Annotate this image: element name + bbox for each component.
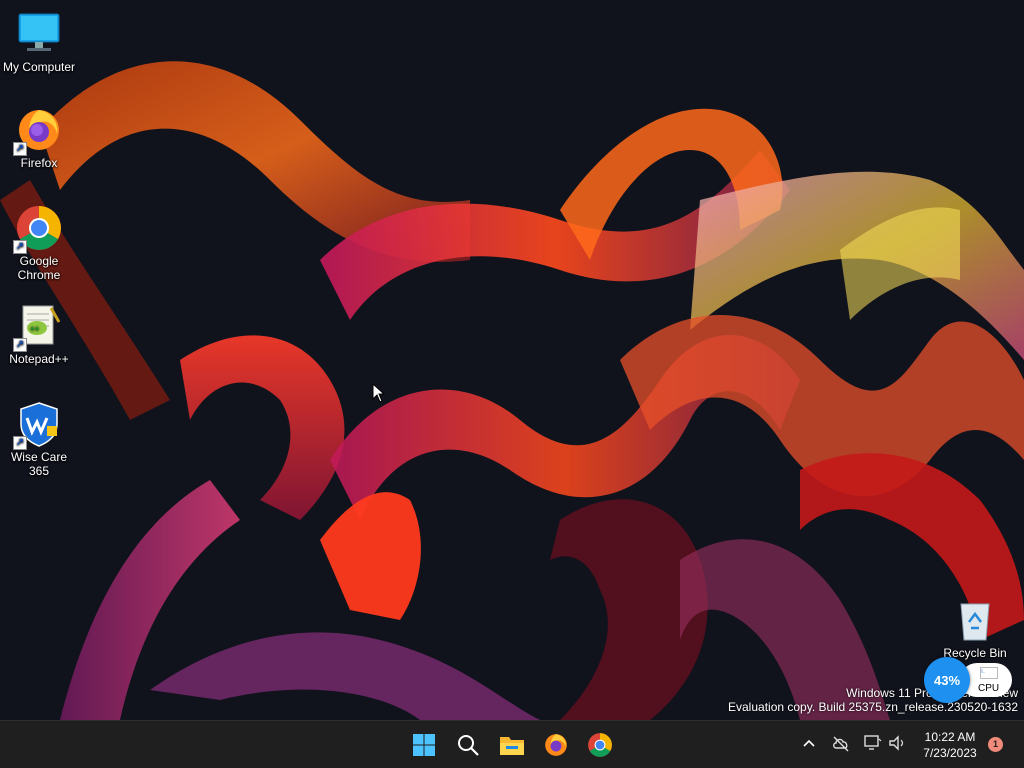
clock-time: 10:22 AM — [924, 730, 976, 744]
cpu-label: CPU — [978, 683, 1000, 694]
cpu-graph-icon: ı. — [980, 667, 998, 679]
desktop-icon-label: Notepad++ — [9, 352, 69, 366]
cloud-offline-icon — [833, 736, 849, 752]
chevron-up-icon — [803, 739, 815, 747]
shortcut-arrow-icon: ↗ — [13, 436, 27, 450]
shortcut-arrow-icon: ↗ — [13, 142, 27, 156]
volume-status[interactable] — [888, 733, 906, 758]
cpu-usage-widget[interactable]: ı. CPU 43% — [924, 657, 1016, 703]
desktop-icon-label: My Computer — [2, 60, 76, 74]
taskbar-chrome[interactable] — [582, 727, 618, 763]
chrome-icon: ↗ — [13, 204, 63, 254]
notepad-plus-plus-icon: ++ ↗ — [13, 302, 63, 352]
taskbar-file-explorer[interactable] — [494, 727, 530, 763]
notification-badge[interactable]: 1 — [988, 737, 1003, 752]
clock-date: 7/23/2023 — [923, 746, 977, 760]
firefox-icon: ↗ — [13, 106, 63, 156]
watermark-line-2: Evaluation copy. Build 25375.zn_release.… — [728, 700, 1018, 714]
cpu-percent-badge: 43% — [924, 657, 970, 703]
chrome-icon — [588, 733, 612, 757]
speaker-icon — [889, 735, 904, 751]
mouse-cursor-icon — [372, 383, 386, 403]
taskbar: 10:22 AM 7/23/2023 1 — [0, 720, 1024, 768]
show-hidden-icons-button[interactable] — [802, 733, 816, 758]
network-status[interactable] — [864, 733, 882, 758]
taskbar-clock[interactable]: 10:22 AM 7/23/2023 — [912, 729, 988, 761]
svg-text:++: ++ — [30, 324, 40, 333]
desktop-icon-google-chrome[interactable]: ↗ Google Chrome — [0, 204, 78, 282]
file-explorer-icon — [500, 737, 524, 755]
firefox-icon — [545, 734, 567, 756]
shortcut-arrow-icon: ↗ — [13, 240, 27, 254]
wise-care-shield-icon: ↗ — [13, 400, 63, 450]
desktop-icon-my-computer[interactable]: My Computer — [0, 10, 78, 74]
start-button[interactable] — [406, 727, 442, 763]
taskbar-firefox[interactable] — [538, 727, 574, 763]
desktop-icon-label: Wise Care 365 — [10, 450, 67, 478]
desktop-icon-label: Firefox — [20, 156, 58, 170]
desktop-icon-label: Google Chrome — [17, 254, 61, 282]
desktop-icon-notepad-plus-plus[interactable]: ++ ↗ Notepad++ — [0, 302, 78, 366]
onedrive-status[interactable] — [832, 733, 850, 758]
search-icon — [458, 735, 479, 756]
desktop-icon-wise-care-365[interactable]: ↗ Wise Care 365 — [0, 400, 78, 478]
desktop-icon-recycle-bin[interactable]: Recycle Bin — [936, 596, 1014, 660]
search-button[interactable] — [450, 727, 486, 763]
network-icon — [864, 735, 882, 750]
computer-icon — [15, 10, 63, 58]
desktop-icon-firefox[interactable]: ↗ Firefox — [0, 106, 78, 170]
cpu-percent: 43% — [933, 672, 961, 688]
desktop-wallpaper — [0, 0, 1024, 720]
windows-start-icon — [413, 734, 435, 756]
shortcut-arrow-icon: ↗ — [13, 338, 27, 352]
recycle-bin-icon — [951, 596, 999, 644]
